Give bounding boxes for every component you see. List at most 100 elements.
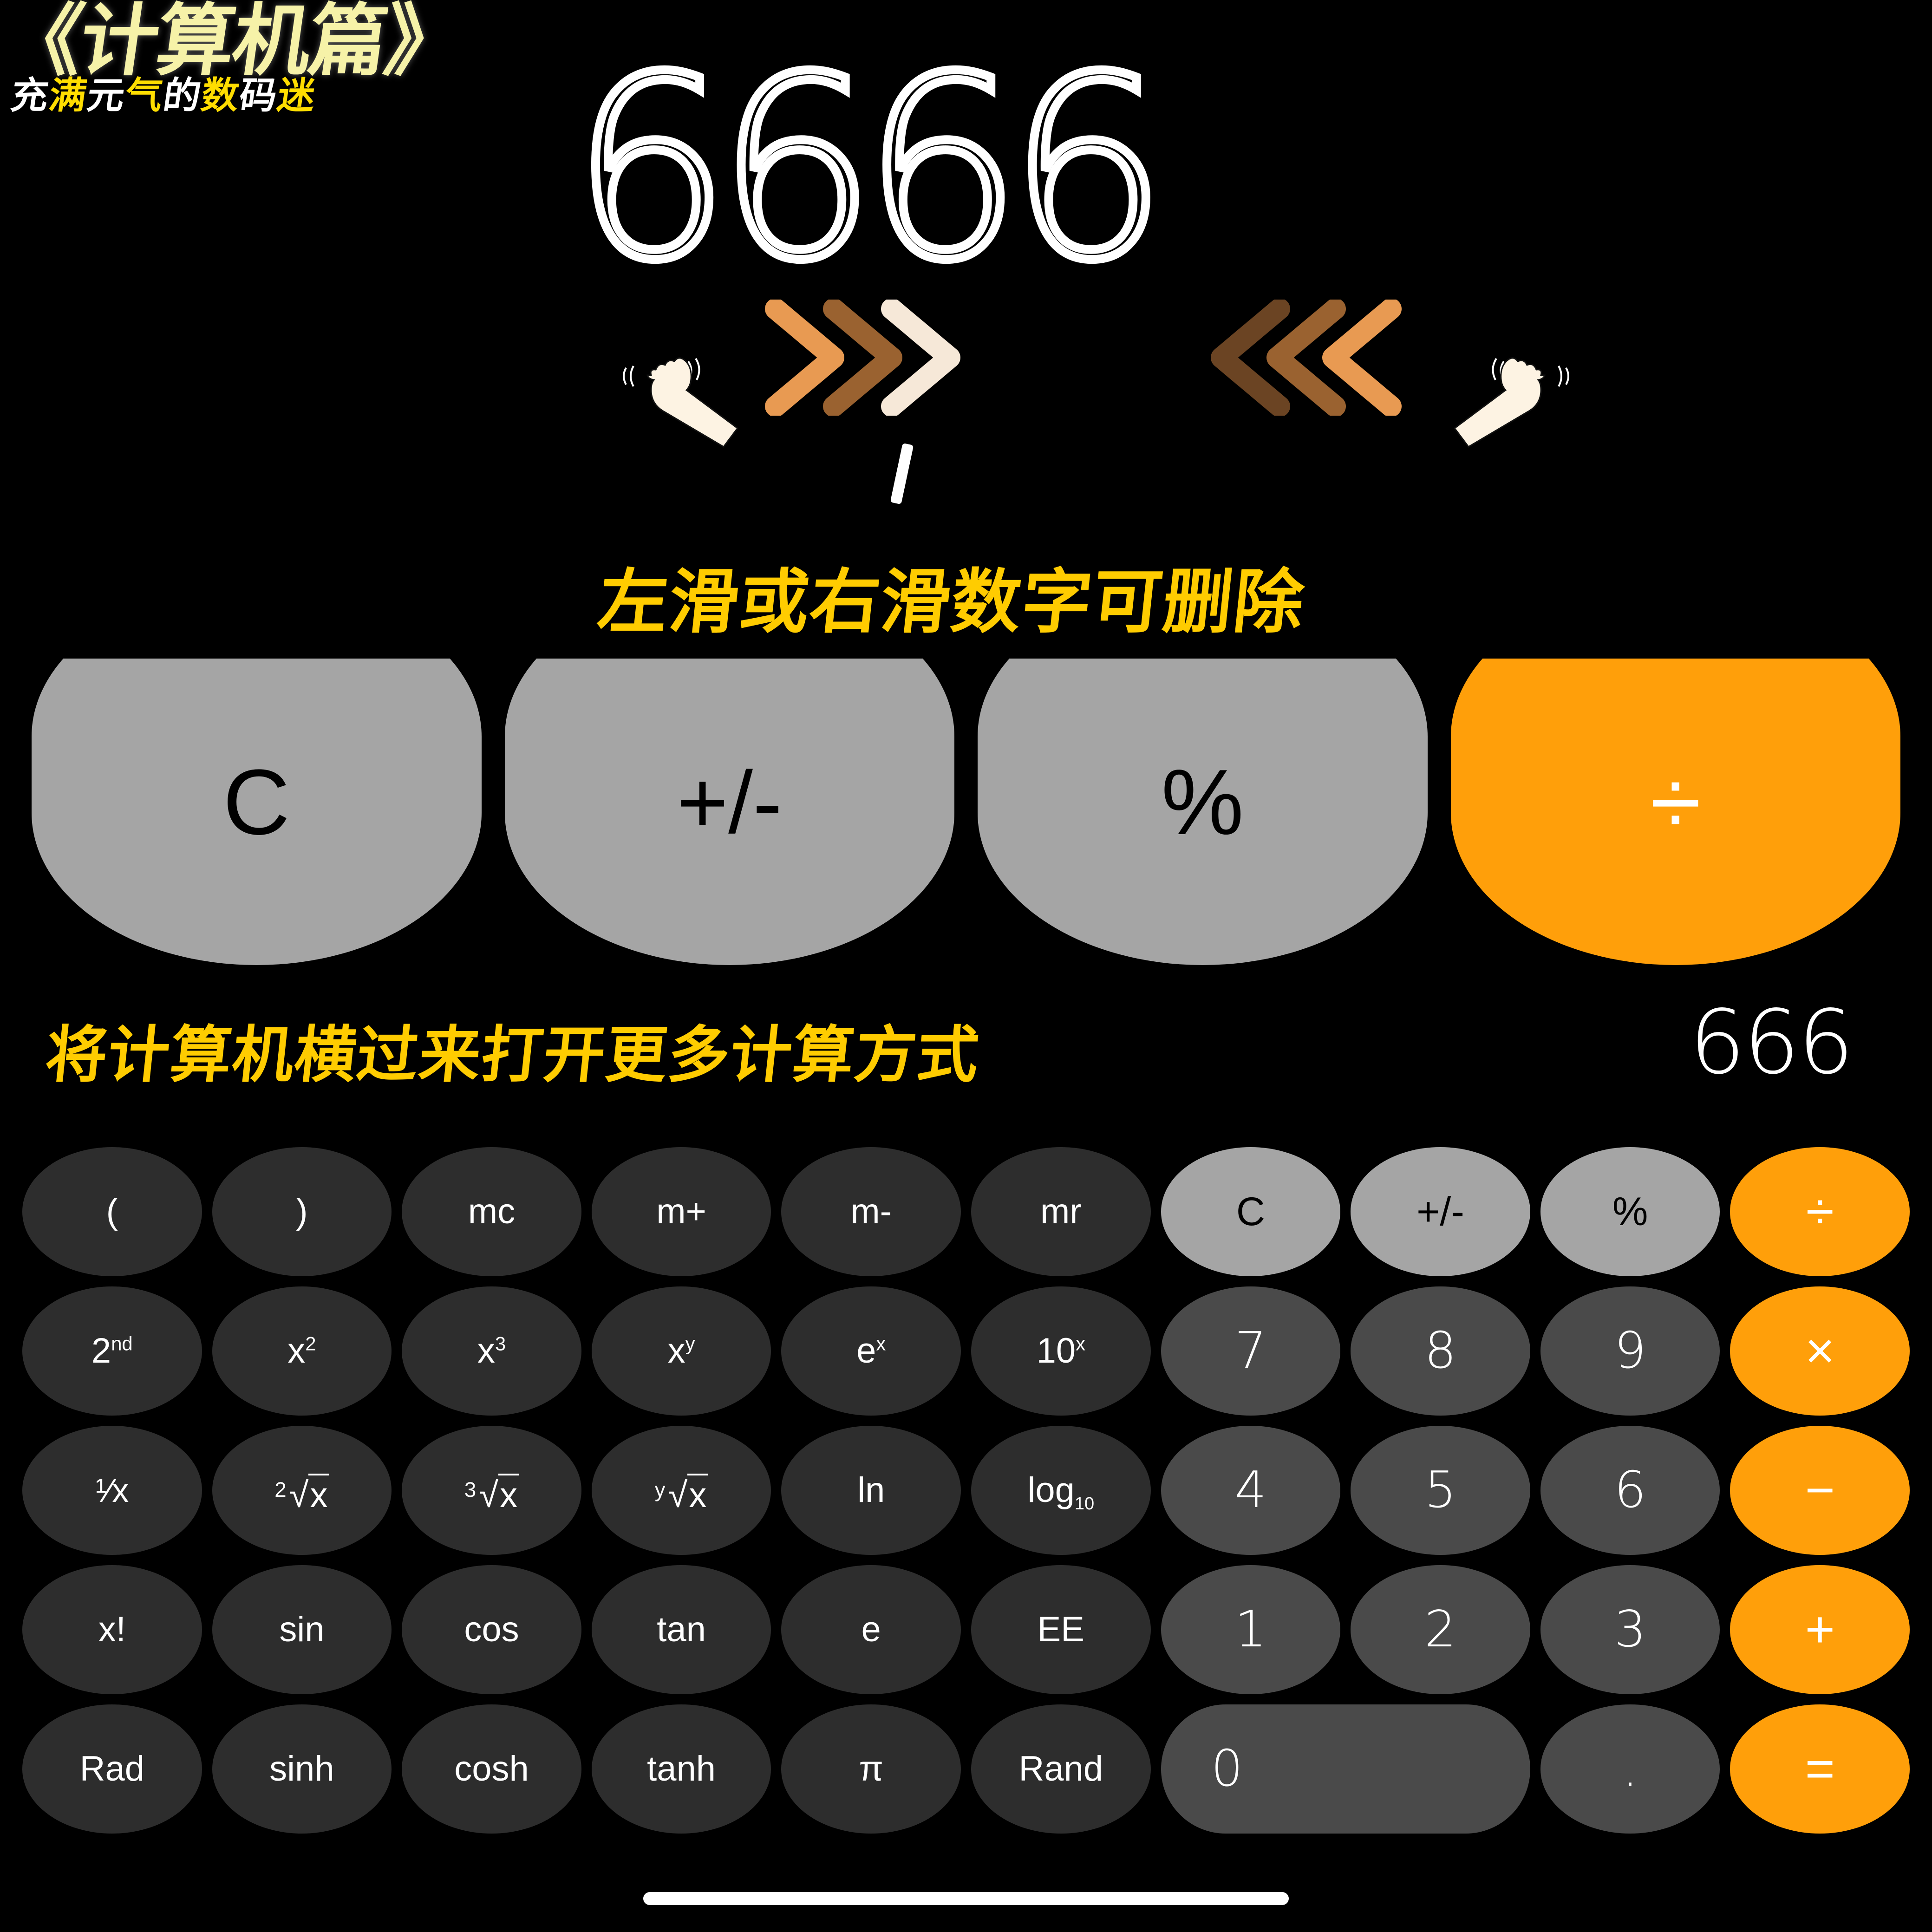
key-decimal-point[interactable]: . — [1540, 1704, 1720, 1834]
big-button-clear[interactable]: C — [32, 659, 482, 965]
key-label: mr — [1040, 1192, 1082, 1231]
key-subtract[interactable]: − — [1730, 1426, 1910, 1555]
subtitle-char-1: 满 — [46, 75, 91, 116]
key-label: 3 √x — [464, 1468, 519, 1515]
key-multiply[interactable]: × — [1730, 1286, 1910, 1416]
key-close-paren[interactable]: ) — [212, 1147, 392, 1276]
key-label: 10x — [1036, 1331, 1086, 1371]
key-key-5[interactable]: 5 — [1351, 1426, 1530, 1555]
key-euler-number[interactable]: e — [781, 1565, 961, 1694]
key-key-8[interactable]: 8 — [1351, 1286, 1530, 1416]
key-x-to-y[interactable]: xy — [591, 1286, 771, 1416]
key-hyperbolic-cosine[interactable]: cosh — [402, 1704, 581, 1834]
key-x-cubed[interactable]: x3 — [402, 1286, 581, 1416]
subtitle-char-0: 充 — [8, 75, 52, 116]
key-reciprocal[interactable]: ¹⁄x — [22, 1426, 202, 1555]
key-radian-mode[interactable]: Rad — [22, 1704, 202, 1834]
key-x-squared[interactable]: x2 — [212, 1286, 392, 1416]
key-plus-minus[interactable]: +/- — [1351, 1147, 1530, 1276]
key-hyperbolic-sine[interactable]: sinh — [212, 1704, 392, 1834]
big-button-plusminus-label: +/- — [677, 753, 783, 852]
page-subtitle: 充满元气的数码迷 — [8, 75, 464, 116]
subtitle-char-3: 气 — [122, 75, 167, 116]
key-label: EE — [1037, 1610, 1084, 1649]
hand-icon — [1453, 357, 1569, 448]
key-cosine[interactable]: cos — [402, 1565, 581, 1694]
key-label: − — [1805, 1462, 1835, 1519]
key-key-4[interactable]: 4 — [1161, 1426, 1341, 1555]
key-cube-root[interactable]: 3 √x — [402, 1426, 581, 1555]
key-label: x3 — [477, 1331, 506, 1371]
key-label: Rad — [79, 1749, 144, 1788]
scientific-keypad: () mc m+ m-mr C +/-% ÷ 2nd x2 x3 xy ex 10x 7 8 9 × ¹⁄x 2 √x… — [22, 1147, 1910, 1844]
key-y-root[interactable]: y √x — [591, 1426, 771, 1555]
big-button-plusminus[interactable]: +/- — [504, 659, 954, 965]
key-divide[interactable]: ÷ — [1730, 1147, 1910, 1276]
key-label: 4 — [1234, 1461, 1267, 1519]
big-button-divide[interactable]: ÷ — [1450, 659, 1900, 965]
key-add[interactable]: + — [1730, 1565, 1910, 1694]
key-label: xy — [667, 1331, 695, 1371]
key-label: 2 √x — [274, 1468, 329, 1515]
key-label: . — [1622, 1740, 1638, 1798]
key-key-1[interactable]: 1 — [1161, 1565, 1341, 1694]
key-natural-log[interactable]: ln — [781, 1426, 961, 1555]
key-random[interactable]: Rand — [971, 1704, 1151, 1834]
keypad-row-5: Rad sinh cosh tanh π Rand 0. = — [22, 1704, 1910, 1834]
calculator-display: 666 — [1689, 991, 1854, 1094]
key-label: Rand — [1018, 1749, 1103, 1788]
home-indicator-bar[interactable] — [643, 1892, 1289, 1905]
key-ten-to-x[interactable]: 10x — [971, 1286, 1151, 1416]
key-memory-add[interactable]: m+ — [591, 1147, 771, 1276]
key-key-0[interactable]: 0 — [1161, 1704, 1530, 1834]
key-exponent[interactable]: EE — [971, 1565, 1151, 1694]
key-key-3[interactable]: 3 — [1540, 1565, 1720, 1694]
key-label: + — [1805, 1601, 1835, 1658]
key-e-to-x[interactable]: ex — [781, 1286, 961, 1416]
key-label: 8 — [1424, 1322, 1456, 1380]
key-label: e — [861, 1610, 881, 1649]
key-label: 3 — [1614, 1600, 1646, 1658]
key-key-6[interactable]: 6 — [1540, 1426, 1720, 1555]
key-key-2[interactable]: 2 — [1351, 1565, 1530, 1694]
key-second-function[interactable]: 2nd — [22, 1286, 202, 1416]
hand-icon — [623, 357, 739, 448]
key-memory-clear[interactable]: mc — [402, 1147, 581, 1276]
key-percent[interactable]: % — [1540, 1147, 1720, 1276]
big-display-digits: 6666 — [567, 24, 1172, 315]
key-log-base-10[interactable]: log10 — [971, 1426, 1151, 1555]
key-open-paren[interactable]: ( — [22, 1147, 202, 1276]
key-hyperbolic-tangent[interactable]: tanh — [591, 1704, 771, 1834]
key-tangent[interactable]: tan — [591, 1565, 771, 1694]
key-label: × — [1805, 1322, 1835, 1379]
key-label: mc — [468, 1192, 516, 1231]
key-square-root[interactable]: 2 √x — [212, 1426, 392, 1555]
subtitle-char-5: 数 — [198, 75, 243, 116]
key-label: y √x — [655, 1468, 708, 1515]
caption-rotate-for-more: 将计算机横过来打开更多计算方式 — [40, 1019, 985, 1091]
key-clear[interactable]: C — [1161, 1147, 1341, 1276]
key-key-9[interactable]: 9 — [1540, 1286, 1720, 1416]
key-label: 1 — [1234, 1600, 1267, 1658]
key-label: 5 — [1424, 1461, 1456, 1519]
key-sine[interactable]: sin — [212, 1565, 392, 1694]
key-memory-subtract[interactable]: m- — [781, 1147, 961, 1276]
key-label: ÷ — [1806, 1183, 1834, 1240]
key-label: ¹⁄x — [95, 1472, 129, 1509]
key-factorial[interactable]: x! — [22, 1565, 202, 1694]
key-pi[interactable]: π — [781, 1704, 961, 1834]
chevron-right-icon-3 — [880, 298, 960, 417]
key-label: sin — [279, 1610, 325, 1649]
key-label: % — [1612, 1189, 1648, 1234]
big-button-percent[interactable]: % — [978, 659, 1428, 965]
portrait-top-button-row: C +/- % ÷ — [32, 659, 1900, 965]
key-equals[interactable]: = — [1730, 1704, 1910, 1834]
key-label: log10 — [1027, 1470, 1095, 1514]
key-label: tan — [657, 1610, 706, 1649]
key-key-7[interactable]: 7 — [1161, 1286, 1341, 1416]
key-label: ) — [296, 1192, 308, 1231]
keypad-row-1: () mc m+ m-mr C +/-% ÷ — [22, 1147, 1910, 1276]
key-memory-recall[interactable]: mr — [971, 1147, 1151, 1276]
key-label: ex — [856, 1331, 886, 1371]
big-button-percent-label: % — [1161, 751, 1244, 854]
